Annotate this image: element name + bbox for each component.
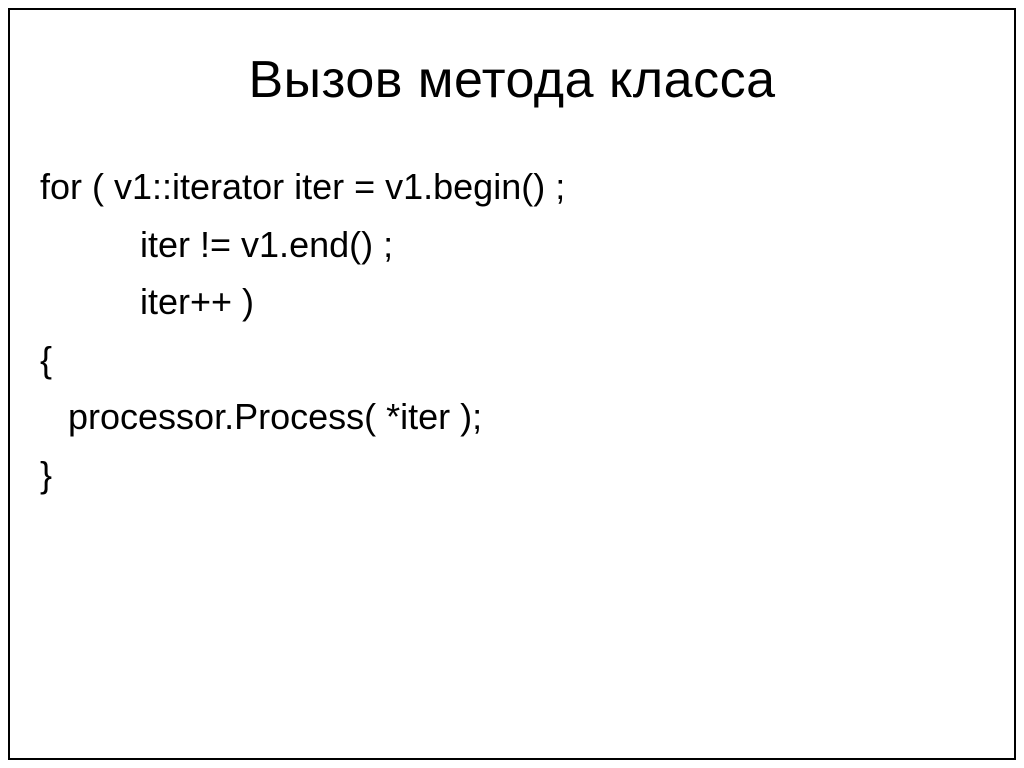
code-line-4: {: [40, 331, 984, 389]
code-line-5: processor.Process( *iter );: [40, 388, 984, 446]
code-block: for ( v1::iterator iter = v1.begin() ; i…: [40, 158, 984, 504]
code-line-3: iter++ ): [40, 273, 984, 331]
slide-title: Вызов метода класса: [40, 50, 984, 110]
slide-frame: Вызов метода класса for ( v1::iterator i…: [8, 8, 1016, 760]
code-line-2: iter != v1.end() ;: [40, 216, 984, 274]
code-line-6: }: [40, 446, 984, 504]
code-line-1: for ( v1::iterator iter = v1.begin() ;: [40, 158, 984, 216]
